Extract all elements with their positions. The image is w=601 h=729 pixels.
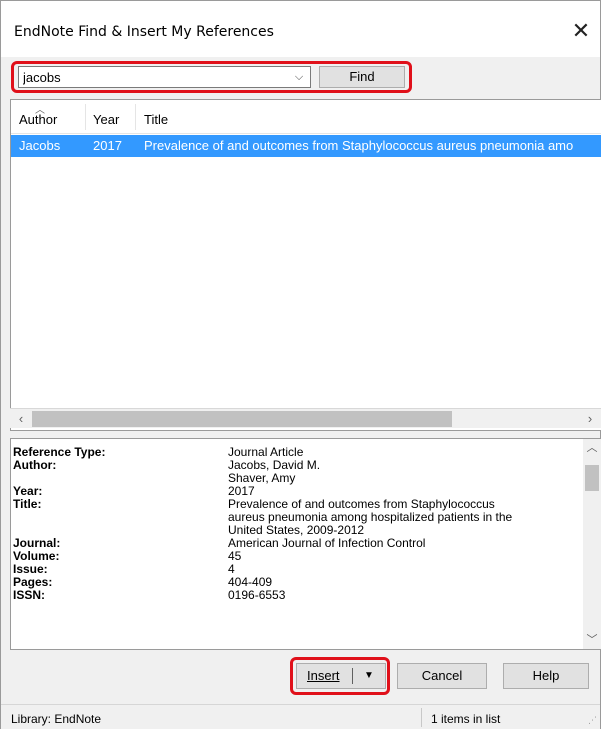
resize-grip-icon[interactable]: ⋰ (588, 715, 597, 726)
column-header-author[interactable]: Author (19, 112, 57, 127)
endnote-find-insert-dialog: EndNote Find & Insert My References ✕ ⌵ … (0, 0, 601, 729)
status-bar: Library: EndNote 1 items in list ⋰ (1, 704, 600, 729)
column-header-title[interactable]: Title (144, 112, 168, 127)
search-combobox[interactable]: ⌵ (18, 66, 311, 88)
scroll-right-icon[interactable]: › (581, 410, 599, 428)
scroll-down-icon[interactable]: ﹀ (583, 631, 601, 649)
detail-label: Pages: (13, 575, 53, 589)
cell-author: Jacobs (19, 138, 61, 153)
detail-label: Title: (13, 497, 42, 511)
column-header-year[interactable]: Year (93, 112, 119, 127)
cell-title: Prevalence of and outcomes from Staphylo… (144, 138, 574, 153)
detail-label: Journal: (13, 536, 61, 550)
results-list[interactable]: ︿ Author Year Title Jacobs 2017 Prevalen… (10, 99, 601, 431)
cell-year: 2017 (93, 138, 122, 153)
column-divider[interactable] (135, 104, 136, 130)
detail-label: Volume: (13, 549, 60, 563)
library-status: Library: EndNote (11, 712, 102, 726)
column-divider[interactable] (85, 104, 86, 130)
detail-value: American Journal of Infection Control (228, 536, 426, 550)
insert-button-label[interactable]: Insert (307, 664, 340, 688)
dropdown-arrow-icon[interactable]: ▼ (357, 664, 381, 688)
split-divider (352, 668, 353, 684)
find-button[interactable]: Find (319, 66, 405, 88)
status-divider (421, 708, 422, 727)
detail-value: Prevalence of and outcomes from Staphylo… (228, 497, 495, 511)
insert-button[interactable]: Insert ▼ (296, 663, 386, 689)
detail-label: Issue: (13, 562, 48, 576)
item-count-status: 1 items in list (431, 712, 501, 726)
detail-value: 4 (228, 562, 235, 576)
vertical-scrollbar[interactable]: ︿ ﹀ (583, 439, 601, 649)
detail-value: Jacobs, David M. (228, 458, 321, 472)
help-button[interactable]: Help (503, 663, 589, 689)
detail-value: 0196-6553 (228, 588, 286, 602)
vertical-scroll-thumb[interactable] (585, 465, 599, 491)
reference-details-pane: Reference Type: Journal Article Author: … (10, 438, 601, 650)
detail-label: Reference Type: (13, 445, 106, 459)
close-icon[interactable]: ✕ (562, 13, 600, 51)
chevron-down-icon[interactable]: ⌵ (290, 67, 308, 87)
detail-value: Journal Article (228, 445, 304, 459)
detail-label: Author: (13, 458, 57, 472)
cancel-button[interactable]: Cancel (397, 663, 487, 689)
detail-value: 404-409 (228, 575, 273, 589)
scroll-left-icon[interactable]: ‹ (12, 410, 30, 428)
detail-value: 45 (228, 549, 242, 563)
detail-value: 2017 (228, 484, 255, 498)
detail-value: aureus pneumonia among hospitalized pati… (228, 510, 513, 524)
title-bar: EndNote Find & Insert My References ✕ (1, 1, 600, 57)
horizontal-scrollbar[interactable]: ‹ › (10, 408, 601, 428)
detail-value: Shaver, Amy (228, 471, 296, 485)
scroll-up-icon[interactable]: ︿ (583, 439, 601, 457)
window-title: EndNote Find & Insert My References (14, 24, 274, 40)
list-item[interactable]: Jacobs 2017 Prevalence of and outcomes f… (11, 135, 601, 157)
detail-label: ISSN: (13, 588, 46, 602)
detail-label: Year: (13, 484, 43, 498)
detail-value: United States, 2009-2012 (228, 523, 365, 537)
search-input[interactable] (21, 68, 289, 86)
horizontal-scroll-thumb[interactable] (32, 411, 452, 427)
list-header: ︿ Author Year Title (11, 100, 601, 134)
